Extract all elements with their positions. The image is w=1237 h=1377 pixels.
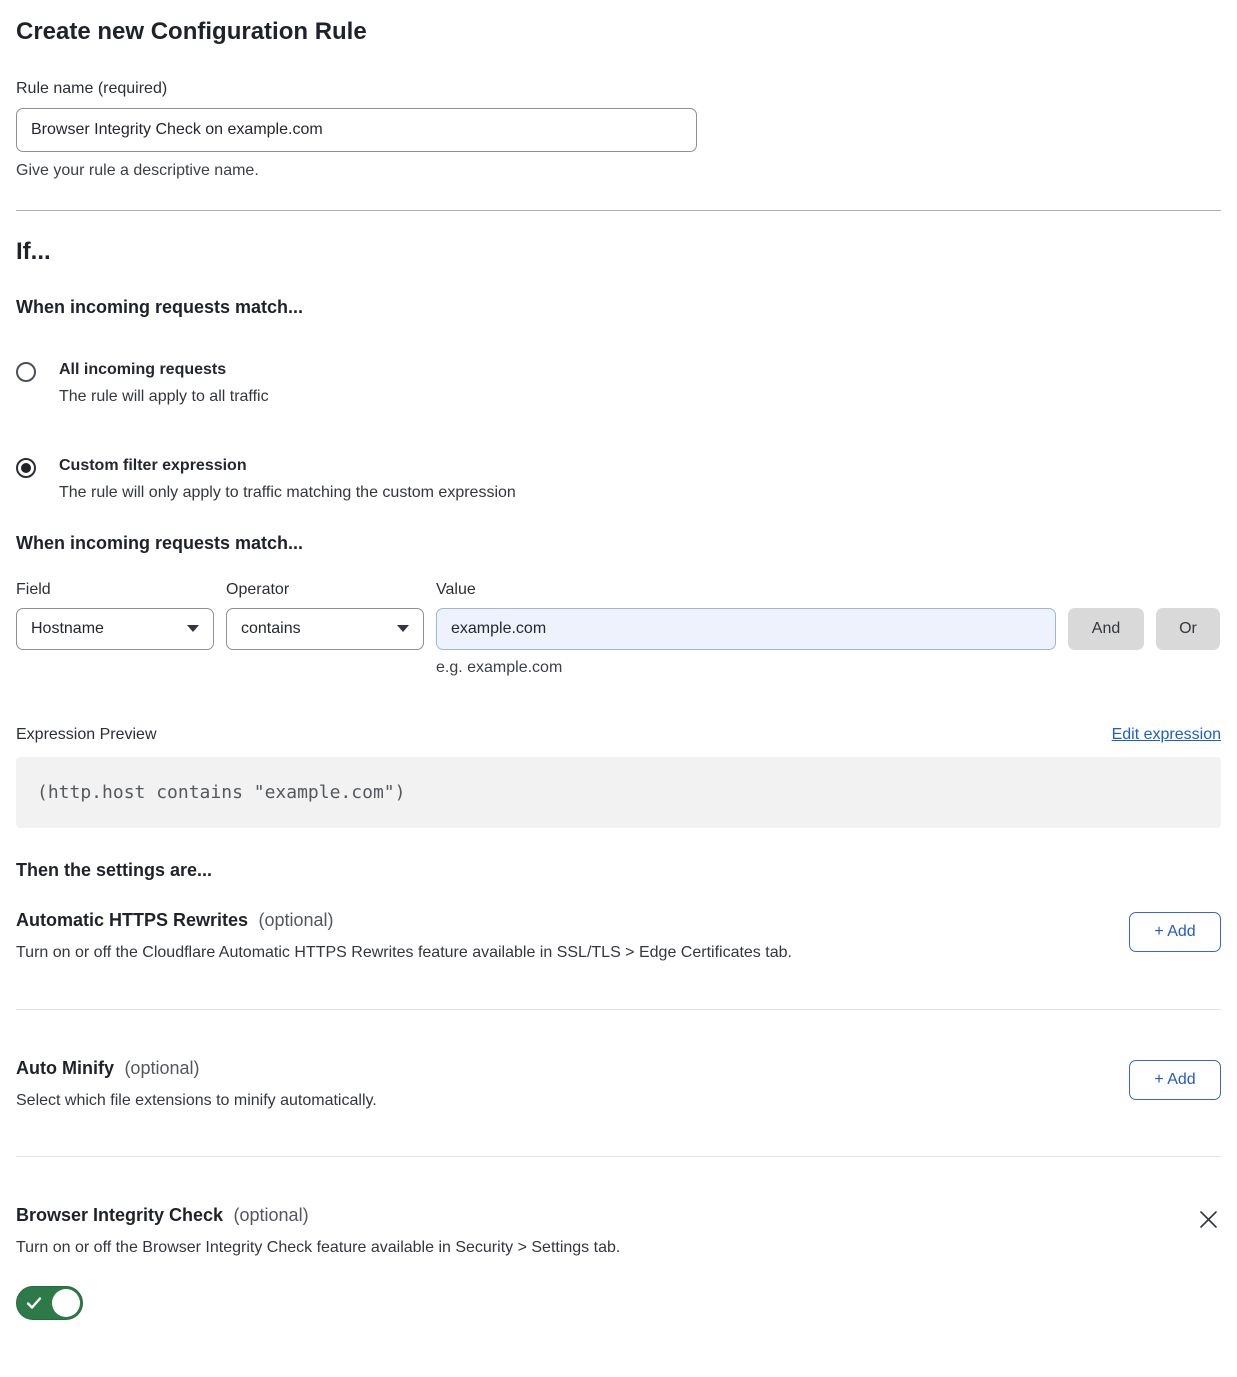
setting-title: Automatic HTTPS Rewrites: [16, 910, 248, 930]
page-title: Create new Configuration Rule: [16, 18, 1221, 47]
radio-label: All incoming requests: [59, 361, 269, 379]
section-divider: [16, 1009, 1221, 1010]
setting-description: Select which file extensions to minify a…: [16, 1092, 377, 1110]
field-label: Field: [16, 581, 214, 599]
edit-expression-link[interactable]: Edit expression: [1112, 726, 1221, 744]
check-icon: [26, 1295, 42, 1311]
operator-label: Operator: [226, 581, 424, 599]
radio-description: The rule will apply to all traffic: [59, 388, 269, 406]
create-configuration-rule-form: Create new Configuration Rule Rule name …: [0, 0, 1237, 1345]
operator-select[interactable]: contains: [226, 608, 424, 650]
then-heading: Then the settings are...: [16, 860, 1221, 881]
builder-heading: When incoming requests match...: [16, 533, 1221, 554]
chevron-down-icon: [397, 625, 409, 632]
radio-option-custom-filter[interactable]: Custom filter expression The rule will o…: [16, 457, 1221, 502]
radio-button-unchecked[interactable]: [16, 362, 36, 382]
setting-row-auto-minify: Auto Minify (optional) Select which file…: [16, 1058, 1221, 1110]
section-divider: [16, 210, 1221, 211]
rule-name-label: Rule name (required): [16, 80, 1221, 98]
rule-name-input[interactable]: [16, 108, 697, 152]
operator-select-value: contains: [241, 620, 301, 638]
close-icon[interactable]: [1196, 1207, 1221, 1232]
or-button[interactable]: Or: [1156, 608, 1220, 650]
setting-title: Auto Minify: [16, 1058, 114, 1078]
if-heading: If...: [16, 238, 1221, 266]
setting-optional: (optional): [124, 1058, 199, 1078]
add-button[interactable]: + Add: [1129, 1060, 1221, 1100]
setting-row-browser-integrity-check: Browser Integrity Check (optional) Turn …: [16, 1205, 1221, 1325]
browser-integrity-check-toggle[interactable]: [16, 1286, 83, 1320]
field-select[interactable]: Hostname: [16, 608, 214, 650]
expression-preview-label: Expression Preview: [16, 726, 157, 744]
setting-description: Turn on or off the Browser Integrity Che…: [16, 1239, 620, 1257]
setting-description: Turn on or off the Cloudflare Automatic …: [16, 944, 792, 962]
toggle-knob[interactable]: [52, 1289, 80, 1317]
setting-title: Browser Integrity Check: [16, 1205, 223, 1225]
section-divider: [16, 1156, 1221, 1157]
and-button[interactable]: And: [1068, 608, 1144, 650]
expression-builder: Field Operator Value Hostname contains A…: [16, 581, 1221, 677]
value-help: e.g. example.com: [436, 659, 1056, 677]
field-select-value: Hostname: [31, 620, 104, 638]
radio-label: Custom filter expression: [59, 457, 516, 475]
value-input[interactable]: [436, 608, 1056, 650]
add-button[interactable]: + Add: [1129, 912, 1221, 952]
radio-button-checked[interactable]: [16, 458, 36, 478]
expression-preview-code: (http.host contains "example.com"): [16, 757, 1221, 828]
rule-name-help: Give your rule a descriptive name.: [16, 162, 1221, 180]
radio-description: The rule will only apply to traffic matc…: [59, 484, 516, 502]
value-label: Value: [436, 581, 1056, 599]
setting-optional: (optional): [259, 910, 334, 930]
setting-row-automatic-https-rewrites: Automatic HTTPS Rewrites (optional) Turn…: [16, 910, 1221, 962]
match-heading: When incoming requests match...: [16, 297, 1221, 318]
setting-optional: (optional): [234, 1205, 309, 1225]
chevron-down-icon: [187, 625, 199, 632]
radio-option-all-requests[interactable]: All incoming requests The rule will appl…: [16, 361, 1221, 406]
